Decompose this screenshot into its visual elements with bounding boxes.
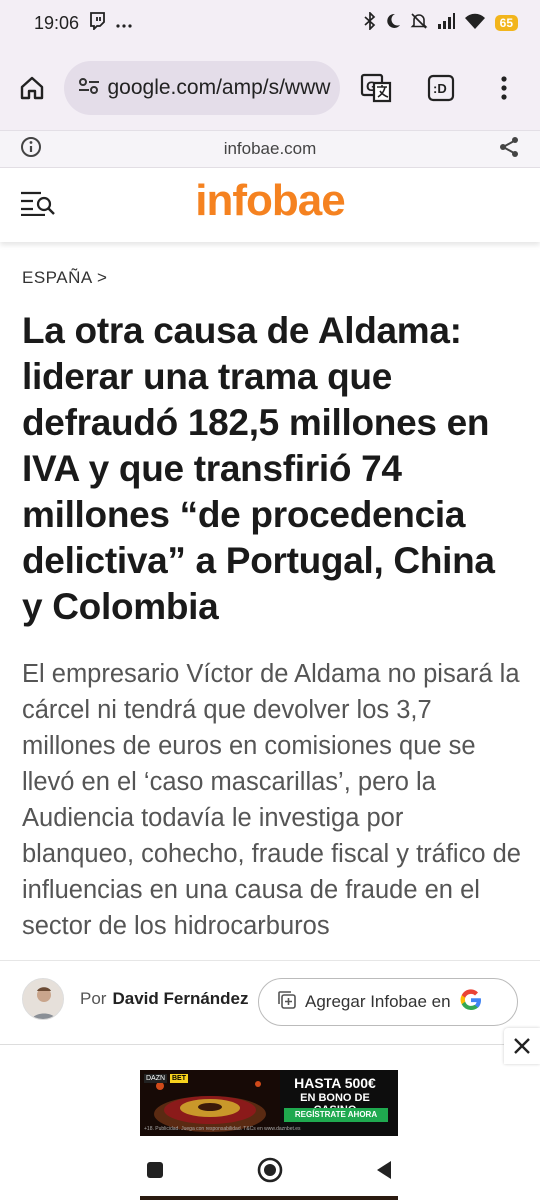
article-summary: El empresario Víctor de Aldama no pisará… <box>22 660 521 940</box>
amp-bar: infobae.com <box>0 130 540 168</box>
divider <box>0 960 540 961</box>
url-bar[interactable]: google.com/amp/s/www <box>63 61 340 115</box>
author-byline: Por David Fernández <box>22 978 249 1020</box>
ad-headline: HASTA 500€ <box>294 1075 376 1091</box>
google-g-icon <box>459 988 483 1017</box>
amp-domain: infobae.com <box>223 139 317 158</box>
info-icon[interactable] <box>20 136 42 163</box>
add-to-google-label: Agregar Infobae en <box>305 992 451 1011</box>
ad-fine-print: +18. Publicidad. Juega con responsabilid… <box>144 1126 301 1132</box>
by-label: Por <box>80 989 107 1008</box>
battery-icon: 65 <box>494 15 518 31</box>
signal-icon <box>437 12 455 34</box>
close-icon[interactable] <box>504 1028 540 1064</box>
date-row <box>0 1044 540 1066</box>
ad-brand-bet: BET <box>170 1074 188 1083</box>
author-name[interactable]: David Fernández <box>112 989 248 1009</box>
more-icon <box>115 13 133 34</box>
site-logo[interactable]: infobae <box>0 176 540 226</box>
url-text[interactable]: google.com/amp/s/www <box>108 76 331 100</box>
translate-icon[interactable]: G <box>354 66 397 110</box>
home-nav-button[interactable] <box>256 1156 284 1184</box>
add-to-google-button[interactable]: Agregar Infobae en <box>258 978 518 1026</box>
moon-icon <box>385 13 401 34</box>
status-bar: 19:06 65 <box>0 0 540 46</box>
avatar[interactable] <box>22 978 64 1020</box>
article-headline: La otra causa de Aldama: liderar una tra… <box>22 310 495 627</box>
ad-banner[interactable]: DAZN BET HASTA 500€ EN BONO DE CASINO RE… <box>140 1070 398 1136</box>
twitch-icon <box>89 11 105 35</box>
site-settings-icon[interactable] <box>78 77 100 100</box>
browser-toolbar: google.com/amp/s/www G :D <box>0 46 540 130</box>
home-icon[interactable] <box>14 70 50 106</box>
share-icon[interactable] <box>498 136 520 163</box>
more-menu-icon[interactable] <box>483 66 526 110</box>
ad-brand: DAZN <box>144 1074 168 1083</box>
menu-search-icon[interactable] <box>20 190 56 221</box>
add-square-icon <box>277 990 297 1015</box>
tab-switcher-button[interactable]: :D <box>419 66 462 110</box>
wifi-icon <box>464 13 486 34</box>
bluetooth-icon <box>364 10 376 35</box>
svg-text::D: :D <box>433 81 447 96</box>
status-time: 19:06 <box>34 12 80 33</box>
back-nav-button[interactable] <box>370 1156 398 1184</box>
section-breadcrumb[interactable]: ESPAÑA > <box>22 268 107 288</box>
mute-icon <box>410 12 428 35</box>
site-header: infobae <box>0 168 540 242</box>
recent-apps-button[interactable] <box>141 1156 169 1184</box>
ad-bottom-strip <box>140 1196 398 1200</box>
ad-cta-button[interactable]: REGÍSTRATE AHORA <box>284 1108 388 1122</box>
